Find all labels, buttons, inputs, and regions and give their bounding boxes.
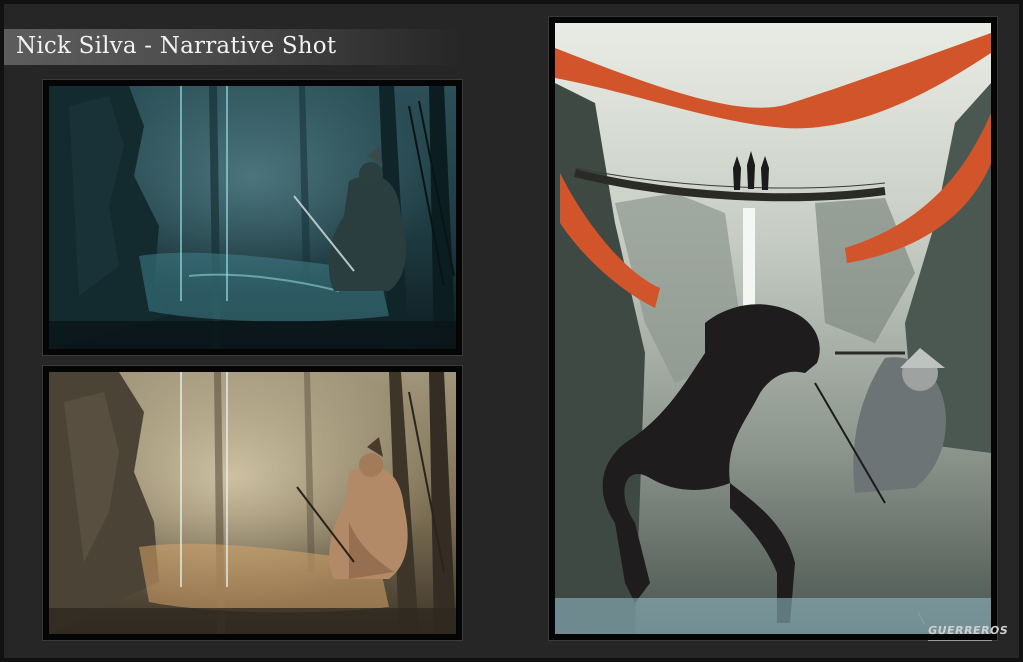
horseman-bridge-image	[555, 23, 991, 634]
watermark-stroke	[917, 612, 926, 625]
day-jungle-painting	[43, 366, 462, 640]
page-title: Nick Silva - Narrative Shot	[16, 33, 337, 59]
night-jungle-image	[49, 86, 456, 349]
night-jungle-painting	[43, 80, 462, 355]
horseman-bridge-painting	[549, 17, 997, 640]
guerreros-watermark: GUERREROS	[917, 612, 1009, 652]
watermark-underline	[928, 640, 992, 641]
watermark-text: GUERREROS	[926, 624, 1010, 637]
day-jungle-image	[49, 372, 456, 634]
title-banner: Nick Silva - Narrative Shot	[4, 29, 464, 65]
